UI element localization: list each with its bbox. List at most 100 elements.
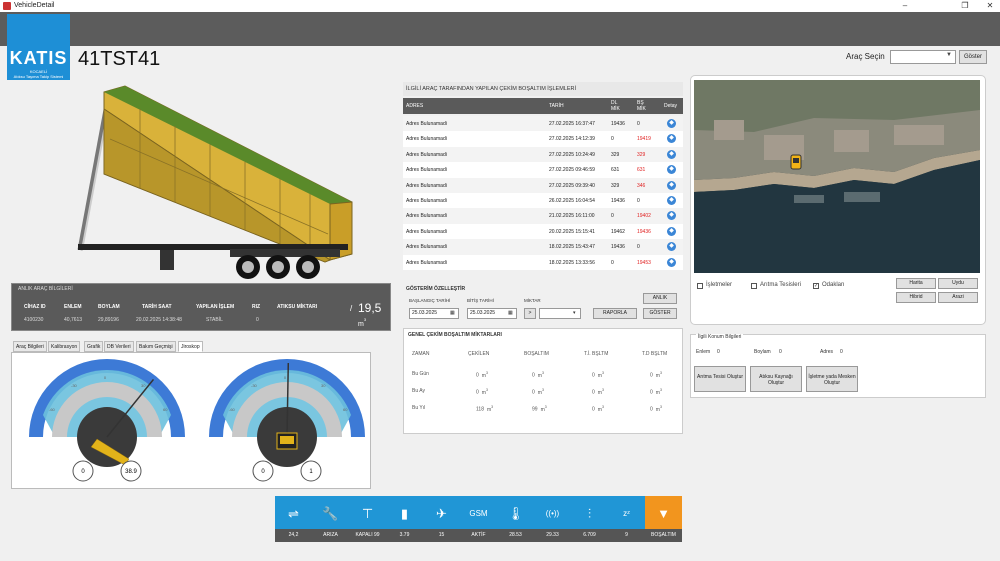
transactions-title: İLGİLİ ARAÇ TARAFINDAN YAPILAN ÇEKİM BOŞ… xyxy=(403,82,683,96)
totals-col-td: T.D BŞLTM xyxy=(642,351,668,357)
cell-address: Adres Bulunamadi xyxy=(406,213,447,220)
tab-gyroscope[interactable]: Jiroskop xyxy=(178,341,203,352)
map-view-button[interactable]: Harita xyxy=(896,278,936,289)
detail-icon[interactable]: ◆ xyxy=(667,226,676,236)
status-value: 3.79 xyxy=(386,529,423,542)
totals-value: 0 m3 xyxy=(532,388,544,396)
checkbox-treatment-plants[interactable] xyxy=(751,283,757,289)
satellite-icon: ✈ xyxy=(436,506,447,521)
table-row[interactable]: Adres Bulunamadi 20.02.2025 15:15:41 19462… xyxy=(403,223,683,240)
window-title: VehicleDetail xyxy=(14,2,55,9)
address-label: Adres xyxy=(820,349,834,355)
table-row[interactable]: Adres Bulunamadi 27.02.2025 09:39:40 329 34… xyxy=(403,177,683,193)
cell-bs: 0 xyxy=(637,244,640,251)
cell-date: 20.02.2025 15:15:41 xyxy=(549,228,595,235)
cell-address: Adres Bulunamadi xyxy=(406,198,447,204)
live-value-datetime: 20.02.2025 14:38:48 xyxy=(136,317,182,323)
cell-date: 27.02.2025 14:12:39 xyxy=(549,136,595,143)
col-detail: Detay xyxy=(664,103,678,109)
totals-value: 0 m3 xyxy=(476,371,488,379)
table-row[interactable]: Adres Bulunamadi 27.02.2025 10:24:49 329 32… xyxy=(403,146,683,163)
tab-calibration[interactable]: Kalibrasyon xyxy=(48,341,81,352)
table-row[interactable]: Adres Bulunamadi 27.02.2025 16:37:47 19436… xyxy=(403,116,683,132)
create-business-or-residence-button[interactable]: İşletme yada Mesken Oluştur xyxy=(806,366,858,392)
live-value-operation: STABİL xyxy=(206,317,223,323)
sleep-icon: zᶻ xyxy=(623,509,630,518)
checkbox-focus[interactable]: ✓ xyxy=(813,283,819,289)
status-value: 28.53 xyxy=(497,529,534,542)
terrain-view-button[interactable]: Arazi xyxy=(938,292,978,303)
table-row[interactable]: Adres Bulunamadi 18.02.2025 13:33:56 0 1945… xyxy=(403,254,683,270)
gsm-icon: GSM xyxy=(469,509,488,518)
tab-maintenance-history[interactable]: Bakım Geçmişi xyxy=(136,341,176,352)
create-treatment-plant-button[interactable]: Arıtma Tesisi Oluştur xyxy=(694,366,746,392)
totals-value: 0 m3 xyxy=(592,405,604,413)
status-cell: ✈ 15 xyxy=(423,496,460,542)
detail-icon[interactable]: ◆ xyxy=(667,196,676,205)
table-row[interactable]: Adres Bulunamadi 27.02.2025 09:46:59 631 63… xyxy=(403,162,683,178)
window-titlebar: VehicleDetail – ❐ ✕ xyxy=(0,0,1000,12)
detail-icon[interactable]: ◆ xyxy=(667,165,676,175)
hybrid-view-button[interactable]: Hibrid xyxy=(896,292,936,303)
totals-row-label: Bu Gün xyxy=(412,371,429,377)
show-vehicle-button[interactable]: Göster xyxy=(959,50,987,64)
detail-icon[interactable]: ◆ xyxy=(667,211,676,221)
col-date: TARİH xyxy=(549,103,564,109)
maximize-button[interactable]: ❐ xyxy=(958,0,972,12)
tab-db-data[interactable]: DB Verileri xyxy=(104,341,134,352)
totals-title: GENEL ÇEKİM BOŞALTIM MİKTARLARI xyxy=(408,332,502,338)
cell-date: 27.02.2025 09:39:40 xyxy=(549,182,595,189)
gauge-1: 0 -60 -30 30 60 0 38.9 xyxy=(29,359,185,482)
satellite-map[interactable] xyxy=(694,80,980,273)
table-row[interactable]: Adres Bulunamadi 18.02.2025 15:43:47 19436… xyxy=(403,239,683,255)
show-button[interactable]: GÖSTER xyxy=(643,308,677,319)
live-value-device-id: 4100230 xyxy=(24,317,44,323)
end-date-label: BİTİŞ TARİHİ xyxy=(467,298,494,303)
detail-icon[interactable]: ◆ xyxy=(667,257,676,267)
cell-bs: 19453 xyxy=(637,259,651,266)
detail-icon[interactable]: ◆ xyxy=(667,180,676,190)
cell-address: Adres Bulunamadi xyxy=(406,244,447,251)
live-header-datetime: TARİH SAAT xyxy=(142,304,172,310)
detail-icon[interactable]: ◆ xyxy=(667,149,676,159)
totals-value: 0 m3 xyxy=(592,388,604,396)
logo-sub2: Atıksu Taşıma Takip Sistemi xyxy=(13,74,64,79)
status-cell: GSM AKTİF xyxy=(460,496,497,542)
cell-address: Adres Bulunamadi xyxy=(406,121,447,127)
amount-operator[interactable]: > xyxy=(524,308,536,319)
status-value: 6.709 xyxy=(571,529,608,542)
cell-bs: 19436 xyxy=(637,228,651,235)
tab-vehicle-info[interactable]: Araç Bilgileri xyxy=(13,341,47,352)
cell-bs: 19419 xyxy=(637,136,651,143)
vehicle-select-label: Araç Seçin xyxy=(846,52,885,61)
close-button[interactable]: ✕ xyxy=(983,0,997,12)
table-row[interactable]: Adres Bulunamadi 27.02.2025 14:12:39 0 1941… xyxy=(403,131,683,147)
detail-icon[interactable]: ◆ xyxy=(667,119,676,128)
satellite-view-button[interactable]: Uydu xyxy=(938,278,978,289)
table-row[interactable]: Adres Bulunamadi 26.02.2025 16:04:54 19436… xyxy=(403,193,683,209)
totals-col-time: ZAMAN xyxy=(412,351,430,357)
tab-chart[interactable]: Grafik xyxy=(84,341,104,352)
top-bar xyxy=(0,12,1000,46)
table-row[interactable]: Adres Bulunamadi 21.02.2025 16:11:00 0 1940… xyxy=(403,208,683,224)
cell-date: 27.02.2025 16:37:47 xyxy=(549,121,595,127)
status-cell: ⊤ KAPALI 99 xyxy=(349,496,386,542)
checkbox-businesses[interactable] xyxy=(697,283,703,289)
status-value: BOŞALTIM xyxy=(645,529,682,542)
detail-icon[interactable]: ◆ xyxy=(667,242,676,252)
valve-icon: ⊤ xyxy=(361,506,374,521)
status-value: 29.33 xyxy=(534,529,571,542)
create-wastewater-source-button[interactable]: Atıksu Kaynağı Oluştur xyxy=(750,366,802,392)
report-button[interactable]: RAPORLA xyxy=(593,308,637,319)
wrench-icon: 🔧 xyxy=(322,506,339,521)
gyroscope-panel: 0 -60 -30 30 60 0 38.9 0 -60 -30 30 60 0… xyxy=(11,352,371,489)
lon-label: Boylam xyxy=(754,349,771,355)
katis-logo: KATIS KOCAELİ Atıksu Taşıma Takip Sistem… xyxy=(7,14,70,80)
anlik-button[interactable]: ANLIK xyxy=(643,293,677,304)
cell-bs: 0 xyxy=(637,198,640,204)
detail-icon[interactable]: ◆ xyxy=(667,134,676,144)
status-cell: ▼ BOŞALTIM xyxy=(645,496,682,542)
live-header-operation: YAPILAN İŞLEM xyxy=(196,304,235,310)
dump-icon: ▼ xyxy=(657,506,670,521)
minimize-button[interactable]: – xyxy=(898,0,912,12)
